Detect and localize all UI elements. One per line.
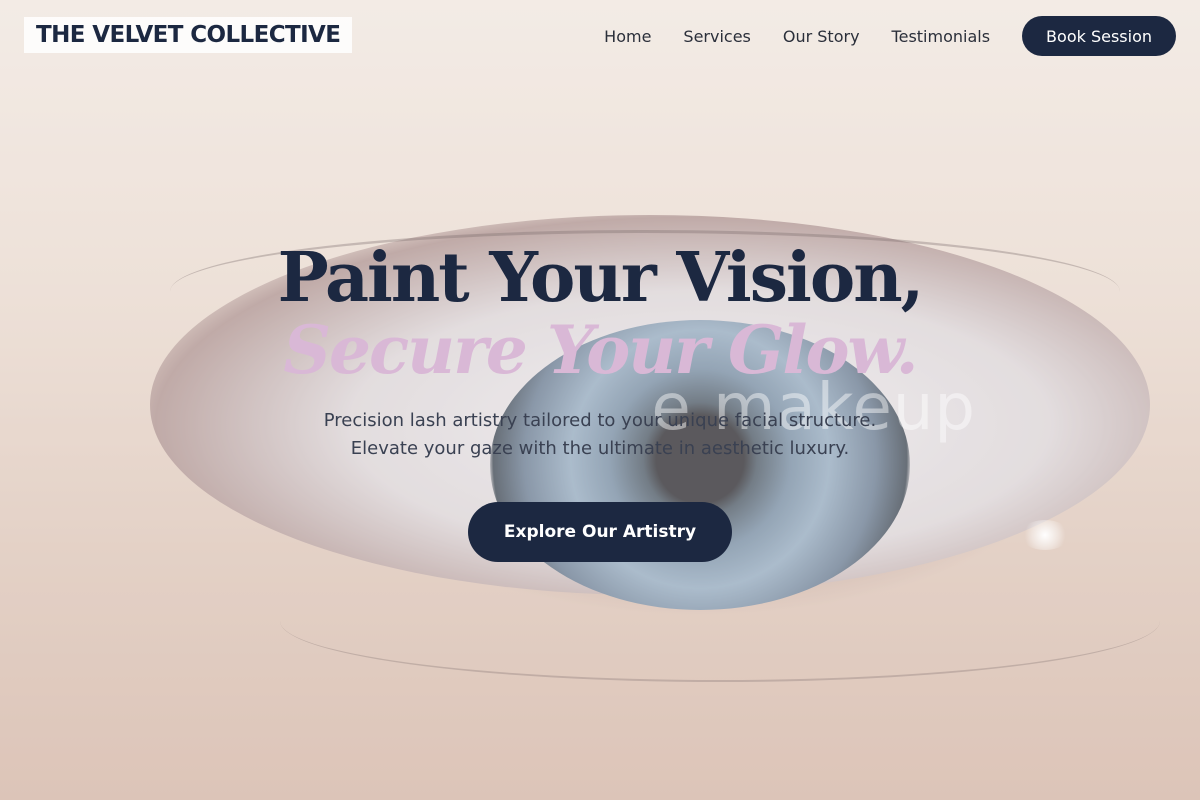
book-session-button[interactable]: Book Session <box>1022 16 1176 56</box>
hero-tagline: Precision lash artistry tailored to your… <box>0 407 1200 463</box>
nav-our-story[interactable]: Our Story <box>783 27 860 46</box>
brand-logo[interactable]: THE VELVET COLLECTIVE <box>24 17 353 53</box>
nav-services[interactable]: Services <box>683 27 750 46</box>
hero-subheadline: Secure Your Glow. <box>283 311 918 389</box>
explore-artistry-button[interactable]: Explore Our Artistry <box>468 502 732 562</box>
main-nav: Home Services Our Story Testimonials Boo… <box>604 16 1176 56</box>
tagline-line-2: Elevate your gaze with the ultimate in a… <box>350 438 850 459</box>
tagline-line-1: Precision lash artistry tailored to your… <box>323 410 877 431</box>
nav-home[interactable]: Home <box>604 27 651 46</box>
nav-testimonials[interactable]: Testimonials <box>892 27 991 46</box>
